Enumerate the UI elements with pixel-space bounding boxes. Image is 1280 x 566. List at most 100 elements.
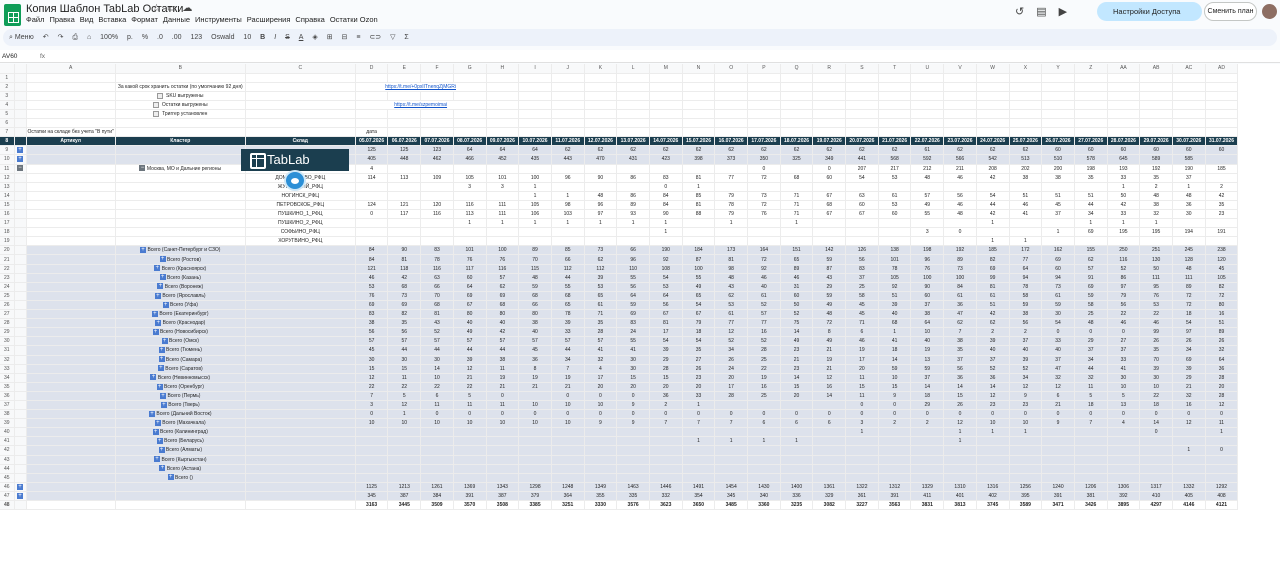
value-cell[interactable]: 57 [486,336,520,347]
value-cell[interactable] [453,473,487,483]
value-cell[interactable]: 77 [1009,254,1043,265]
paint-format-icon[interactable]: ⌂ [87,29,91,46]
value-cell[interactable]: 211 [943,164,977,174]
cell[interactable] [976,109,1010,120]
value-cell[interactable]: 200 [1041,164,1075,174]
value-cell[interactable]: 89 [1205,327,1239,338]
value-cell[interactable]: 7 [943,327,977,338]
value-cell[interactable] [486,445,520,456]
value-cell[interactable] [780,445,814,456]
value-cell[interactable] [910,473,945,483]
value-cell[interactable]: 50 [780,300,814,311]
value-cell[interactable] [910,236,945,247]
value-cell[interactable] [845,445,879,456]
value-cell[interactable] [616,445,650,456]
value-cell[interactable]: 0 [1139,427,1173,438]
cell[interactable] [1009,118,1043,129]
expand-icon[interactable]: + [160,401,167,408]
value-cell[interactable]: 1454 [714,482,749,492]
value-cell[interactable]: 56 [616,282,650,292]
value-cell[interactable] [1172,473,1206,483]
borders-icon[interactable]: ⊞ [327,29,333,46]
value-cell[interactable]: 52 [420,327,454,338]
value-cell[interactable]: 0 [812,164,847,174]
value-cell[interactable]: 0 [878,409,912,420]
value-cell[interactable]: 37 [845,273,879,283]
value-cell[interactable]: 10 [1009,418,1043,429]
value-cell[interactable]: 21 [1172,382,1206,392]
value-cell[interactable]: 80 [453,309,487,320]
cell[interactable] [1107,127,1141,138]
date-header[interactable]: 20.07.2026 [845,136,879,147]
value-cell[interactable] [747,227,781,238]
cluster-cell[interactable]: + Всего (Ярославль) [115,291,246,301]
cell[interactable] [845,82,879,92]
cell[interactable] [486,73,520,83]
value-cell[interactable]: 217 [878,164,912,174]
value-cell[interactable] [682,218,716,229]
value-cell[interactable]: 76 [486,254,520,265]
value-cell[interactable] [551,455,585,465]
value-cell[interactable]: 4121 [1205,500,1239,511]
article-cell[interactable] [26,355,116,365]
cell[interactable] [1205,73,1239,83]
article-cell[interactable] [26,464,116,474]
cell[interactable] [976,100,1010,110]
warehouse-cell[interactable] [245,291,356,301]
value-cell[interactable]: 108 [649,264,683,274]
value-cell[interactable]: 14 [780,327,814,338]
cell[interactable] [845,100,879,110]
value-cell[interactable]: 0 [1139,409,1173,420]
cell[interactable] [420,109,454,120]
value-cell[interactable]: 54 [682,300,716,311]
value-cell[interactable] [878,227,912,238]
value-cell[interactable]: 56 [845,254,879,265]
value-cell[interactable]: 38 [1009,309,1043,320]
value-cell[interactable] [518,427,552,438]
value-cell[interactable] [420,445,454,456]
value-cell[interactable]: 44 [387,345,422,356]
value-cell[interactable] [976,455,1010,465]
value-cell[interactable]: 1 [649,218,683,229]
value-cell[interactable]: 32 [584,355,618,365]
cluster-cell[interactable]: − Москва, МО и Дальние регионы [115,164,246,174]
value-cell[interactable] [616,227,650,238]
value-cell[interactable] [682,164,716,174]
value-cell[interactable]: 40 [486,318,520,329]
warehouse-cell[interactable] [245,254,356,265]
value-cell[interactable]: 34 [1074,209,1108,220]
cell[interactable] [682,109,716,120]
value-cell[interactable] [1009,473,1043,483]
value-cell[interactable]: 25 [1074,309,1108,320]
value-cell[interactable]: 17 [584,373,618,383]
article-cell[interactable] [26,436,116,447]
value-cell[interactable]: 21 [780,355,814,365]
value-cell[interactable] [584,436,618,447]
value-cell[interactable]: 55 [616,336,650,347]
link-text[interactable]: https://t.me/szpemoimai [394,102,447,108]
cell[interactable] [518,127,552,138]
value-cell[interactable]: 29 [1074,336,1108,347]
value-cell[interactable]: 120 [1205,254,1239,265]
value-cell[interactable]: 1 [518,182,552,192]
value-cell[interactable]: 5 [1107,391,1141,401]
warehouse-cell[interactable] [245,327,356,338]
column-header[interactable]: B [115,64,246,74]
value-cell[interactable]: 96 [616,254,650,265]
value-cell[interactable]: 87 [812,264,847,274]
value-cell[interactable]: 70 [518,254,552,265]
cluster-cell[interactable] [115,191,246,201]
cell[interactable] [584,118,618,129]
cell[interactable] [355,109,389,120]
value-cell[interactable]: 61 [584,300,618,311]
value-cell[interactable]: 11 [845,373,879,383]
row-number[interactable]: 40 [0,427,15,438]
value-cell[interactable]: 3570 [453,500,487,511]
value-cell[interactable]: 95 [1139,282,1173,292]
cell[interactable] [453,73,487,83]
row-number[interactable]: 35 [0,382,15,392]
value-cell[interactable]: 3 [486,182,520,192]
value-cell[interactable]: 19 [486,373,520,383]
value-cell[interactable]: 2 [1205,182,1239,192]
value-cell[interactable]: 0 [878,400,912,411]
